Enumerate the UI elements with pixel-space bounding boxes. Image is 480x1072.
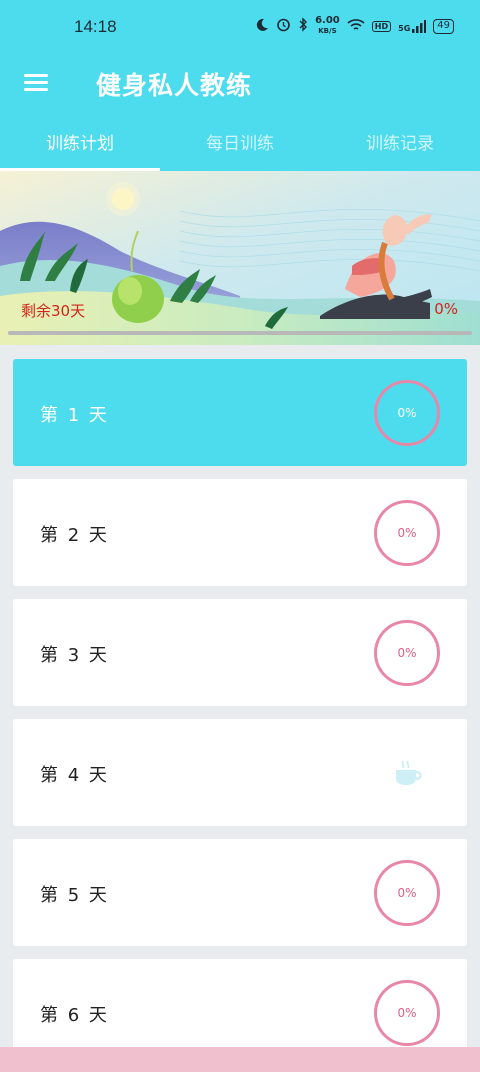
battery-indicator: 49 xyxy=(433,18,454,34)
wifi-icon xyxy=(347,18,365,35)
day-label: 第 3 天 xyxy=(40,645,109,666)
moon-icon xyxy=(255,18,269,35)
day-label: 第 6 天 xyxy=(40,1005,109,1026)
alarm-icon xyxy=(276,17,291,35)
app-screen: 14:18 6.00 KB/S HD 5G 49 健身私人教练 训练计划 每日训… xyxy=(0,0,480,1072)
remaining-days: 剩余30天 xyxy=(21,302,86,320)
app-title: 健身私人教练 xyxy=(96,71,253,100)
signal-icon: 5G xyxy=(398,19,427,33)
day-label: 第 1 天 xyxy=(40,405,109,426)
menu-icon[interactable] xyxy=(20,68,52,96)
speed-value: 6.00 xyxy=(315,15,340,26)
overall-percent: 0% xyxy=(434,300,458,318)
app-bar: 健身私人教练 xyxy=(0,52,480,112)
header: 14:18 6.00 KB/S HD 5G 49 健身私人教练 训练计划 每日训… xyxy=(0,0,480,171)
status-icons: 6.00 KB/S HD 5G 49 xyxy=(255,14,454,38)
overall-progress-bar xyxy=(8,331,472,335)
bottom-strip xyxy=(0,1047,480,1072)
progress-ring: 0% xyxy=(374,620,440,686)
day-label: 第 5 天 xyxy=(40,885,109,906)
network-speed: 6.00 KB/S xyxy=(315,16,340,36)
speed-unit: KB/S xyxy=(318,27,337,35)
coffee-cup-icon xyxy=(393,759,425,791)
status-bar: 14:18 6.00 KB/S HD 5G 49 xyxy=(0,0,480,52)
day-card-1[interactable]: 第 1 天 0% xyxy=(13,359,467,466)
day-card-5[interactable]: 第 5 天 0% xyxy=(13,839,467,946)
day-card-4[interactable]: 第 4 天 xyxy=(13,719,467,826)
progress-ring: 0% xyxy=(374,860,440,926)
tab-training-plan[interactable]: 训练计划 xyxy=(0,118,160,171)
tab-bar: 训练计划 每日训练 训练记录 xyxy=(0,118,480,171)
clock: 14:18 xyxy=(74,17,117,36)
progress-ring: 0% xyxy=(374,980,440,1046)
day-label: 第 4 天 xyxy=(40,765,109,786)
day-card-3[interactable]: 第 3 天 0% xyxy=(13,599,467,706)
hd-badge: HD xyxy=(371,20,392,32)
day-card-2[interactable]: 第 2 天 0% xyxy=(13,479,467,586)
network-type: 5G xyxy=(398,23,411,33)
banner: 剩余30天 0% xyxy=(0,171,480,345)
tab-training-record[interactable]: 训练记录 xyxy=(320,118,480,171)
bluetooth-icon xyxy=(298,17,308,35)
day-list: 第 1 天 0% 第 2 天 0% 第 3 天 0% 第 4 天 第 5 天 0… xyxy=(13,359,467,1072)
tab-daily-training[interactable]: 每日训练 xyxy=(160,118,320,171)
day-label: 第 2 天 xyxy=(40,525,109,546)
progress-ring: 0% xyxy=(374,500,440,566)
progress-ring: 0% xyxy=(374,380,440,446)
